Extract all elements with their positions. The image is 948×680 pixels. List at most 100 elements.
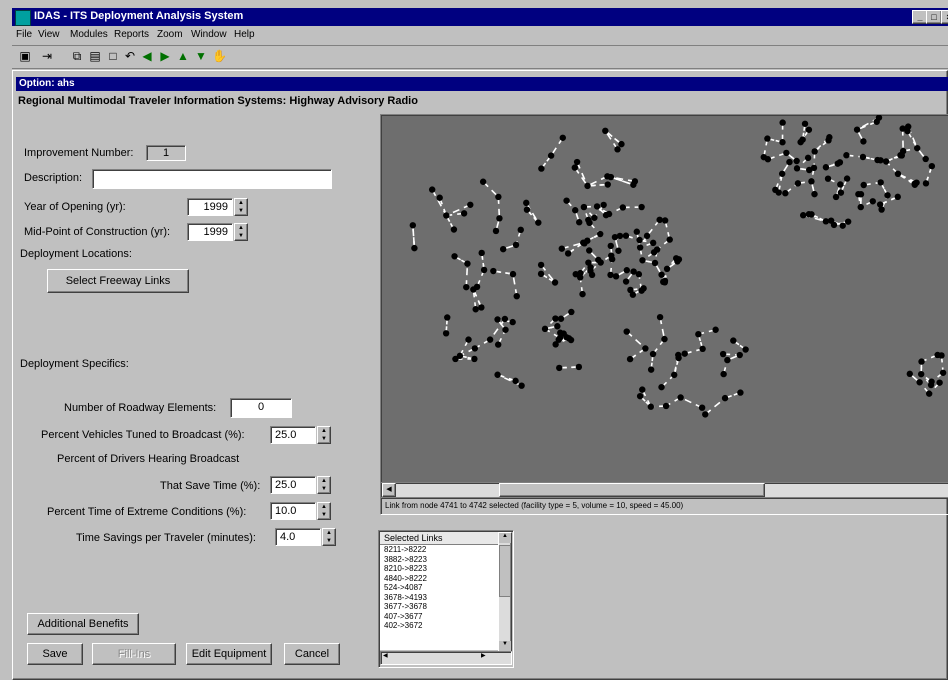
menu-modules[interactable]: Modules bbox=[70, 29, 108, 40]
map-node[interactable] bbox=[460, 210, 468, 217]
map-node[interactable] bbox=[857, 203, 864, 211]
map-node[interactable] bbox=[518, 382, 525, 389]
map-node[interactable] bbox=[939, 369, 947, 376]
map-node[interactable] bbox=[464, 260, 471, 267]
map-link[interactable] bbox=[574, 167, 589, 187]
map-node[interactable] bbox=[409, 222, 417, 229]
map-node[interactable] bbox=[658, 383, 665, 391]
exit-icon[interactable]: ⇥ bbox=[40, 49, 54, 63]
map-node[interactable] bbox=[663, 265, 671, 273]
cancel-button[interactable]: Cancel bbox=[284, 643, 340, 665]
map-node[interactable] bbox=[573, 158, 581, 166]
map-node[interactable] bbox=[671, 371, 678, 379]
scroll-left-icon[interactable]: ◀ bbox=[383, 652, 388, 659]
map-node[interactable] bbox=[808, 211, 815, 218]
map-node[interactable] bbox=[552, 341, 559, 348]
map-node[interactable] bbox=[428, 186, 436, 193]
map-link[interactable] bbox=[512, 273, 518, 297]
map-node[interactable] bbox=[496, 215, 503, 222]
first-icon[interactable]: ◀ bbox=[140, 49, 154, 63]
map-node[interactable] bbox=[804, 154, 812, 162]
extreme-conditions-input[interactable]: 10.0 bbox=[270, 502, 316, 520]
map-link[interactable] bbox=[497, 196, 501, 219]
map-node[interactable] bbox=[922, 155, 929, 163]
map-node[interactable] bbox=[911, 180, 918, 187]
map-node[interactable] bbox=[494, 341, 502, 348]
map-node[interactable] bbox=[451, 253, 458, 260]
map-link[interactable] bbox=[704, 397, 726, 416]
map-node[interactable] bbox=[839, 222, 846, 229]
map-node[interactable] bbox=[502, 326, 509, 333]
map-node[interactable] bbox=[494, 371, 501, 378]
network-map-canvas[interactable] bbox=[381, 115, 948, 483]
map-node[interactable] bbox=[467, 201, 474, 208]
description-input[interactable] bbox=[92, 169, 332, 189]
map-node[interactable] bbox=[742, 346, 749, 353]
map-node[interactable] bbox=[808, 178, 815, 185]
map-node[interactable] bbox=[643, 232, 651, 240]
menu-help[interactable]: Help bbox=[234, 29, 255, 40]
map-node[interactable] bbox=[824, 175, 832, 182]
map-node[interactable] bbox=[859, 153, 867, 161]
spin-up-icon[interactable]: ▲ bbox=[235, 224, 247, 232]
map-node[interactable] bbox=[465, 336, 472, 343]
map-node[interactable] bbox=[651, 259, 659, 267]
print-icon[interactable]: ▣ bbox=[18, 49, 32, 63]
map-node[interactable] bbox=[631, 178, 639, 185]
scroll-right-icon[interactable]: ▶ bbox=[481, 652, 486, 659]
map-node[interactable] bbox=[490, 267, 497, 275]
paste-icon[interactable]: ▤ bbox=[88, 49, 102, 63]
edit-equipment-button[interactable]: Edit Equipment bbox=[186, 643, 272, 665]
map-node[interactable] bbox=[793, 157, 800, 165]
list-item[interactable]: 3677->3678 bbox=[380, 602, 498, 612]
map-node[interactable] bbox=[478, 304, 485, 311]
last-icon[interactable]: ▶ bbox=[158, 49, 172, 63]
map-node[interactable] bbox=[509, 318, 516, 326]
map-node[interactable] bbox=[556, 334, 564, 342]
map-node[interactable] bbox=[471, 345, 479, 352]
map-node[interactable] bbox=[906, 370, 914, 378]
map-node[interactable] bbox=[783, 149, 790, 157]
map-node[interactable] bbox=[563, 197, 570, 204]
spin-down-icon[interactable]: ▼ bbox=[318, 435, 330, 443]
map-node[interactable] bbox=[830, 221, 838, 229]
map-node[interactable] bbox=[537, 261, 545, 269]
map-node[interactable] bbox=[436, 194, 443, 201]
menu-file[interactable]: File bbox=[16, 29, 32, 40]
map-node[interactable] bbox=[799, 212, 807, 219]
map-node[interactable] bbox=[585, 216, 592, 224]
map-node[interactable] bbox=[853, 126, 861, 133]
maximize-button[interactable]: □ bbox=[926, 10, 942, 24]
map-node[interactable] bbox=[719, 350, 727, 358]
map-node[interactable] bbox=[843, 175, 851, 182]
map-node[interactable] bbox=[702, 411, 709, 418]
spin-down-icon[interactable]: ▼ bbox=[235, 232, 247, 240]
scroll-thumb[interactable] bbox=[499, 545, 511, 597]
map-node[interactable] bbox=[647, 366, 655, 373]
map-node[interactable] bbox=[615, 247, 622, 254]
spin-up-icon[interactable]: ▲ bbox=[318, 427, 330, 435]
map-node[interactable] bbox=[661, 335, 668, 343]
map-node[interactable] bbox=[884, 192, 891, 199]
map-node[interactable] bbox=[666, 236, 673, 243]
map-node[interactable] bbox=[629, 291, 637, 298]
map-node[interactable] bbox=[822, 218, 830, 225]
map-node[interactable] bbox=[760, 153, 767, 161]
map-node[interactable] bbox=[736, 351, 743, 359]
map-node[interactable] bbox=[442, 330, 450, 337]
save-time-spinner[interactable]: ▲ ▼ bbox=[317, 476, 331, 494]
map-node[interactable] bbox=[612, 273, 620, 280]
map-node[interactable] bbox=[649, 350, 657, 358]
save-button[interactable]: Save bbox=[27, 643, 83, 665]
map-node[interactable] bbox=[904, 123, 912, 130]
map-node[interactable] bbox=[509, 270, 517, 278]
map-node[interactable] bbox=[607, 271, 614, 279]
map-node[interactable] bbox=[512, 377, 519, 385]
map-node[interactable] bbox=[677, 394, 684, 401]
map-node[interactable] bbox=[619, 204, 627, 211]
map-node[interactable] bbox=[806, 166, 813, 174]
map-node[interactable] bbox=[623, 328, 630, 335]
scroll-thumb[interactable] bbox=[499, 483, 765, 497]
time-savings-input[interactable]: 4.0 bbox=[275, 528, 321, 546]
map-node[interactable] bbox=[656, 216, 663, 224]
